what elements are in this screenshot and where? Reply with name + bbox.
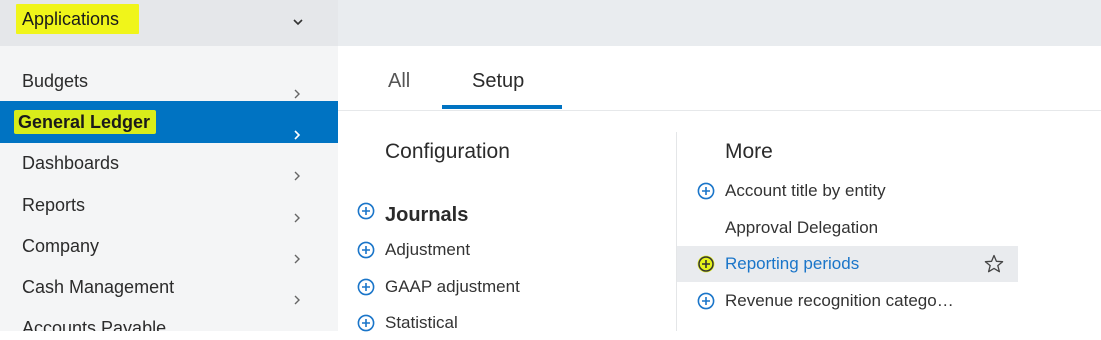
star-icon[interactable] <box>983 253 1005 275</box>
list-item[interactable]: Account title by entity <box>697 174 1017 208</box>
tab-all[interactable]: All <box>388 70 410 93</box>
list-item-label[interactable]: Reporting periods <box>725 246 859 282</box>
plus-circle-icon[interactable] <box>357 278 375 296</box>
list-item-label[interactable]: GAAP adjustment <box>385 270 520 304</box>
sidebar-item-label: Accounts Payable <box>22 318 167 331</box>
list-item[interactable]: Adjustment <box>357 233 657 267</box>
sidebar-item-label: Company <box>22 236 100 256</box>
list-item-label[interactable]: Account title by entity <box>725 174 886 208</box>
plus-circle-icon[interactable] <box>357 241 375 259</box>
sidebar-item-budgets[interactable]: Budgets <box>0 60 338 102</box>
chevron-right-icon <box>290 115 304 140</box>
chevron-right-icon <box>290 280 304 305</box>
more-heading: More <box>725 140 773 163</box>
list-item[interactable]: Approval Delegation <box>697 211 1017 245</box>
list-item-label[interactable]: Adjustment <box>385 233 470 267</box>
plus-circle-icon[interactable] <box>357 202 375 220</box>
sidebar-item-company[interactable]: Company <box>0 225 338 267</box>
chevron-down-icon[interactable] <box>288 12 308 32</box>
top-bar <box>338 0 1101 46</box>
journals-group[interactable]: Journals <box>357 194 657 228</box>
list-item-label[interactable]: Revenue recognition catego… <box>725 284 954 318</box>
sidebar-item-label: Reports <box>22 195 86 215</box>
plus-circle-icon[interactable] <box>697 255 715 273</box>
sidebar-item-label: Budgets <box>22 71 89 91</box>
list-item-highlighted[interactable]: Reporting periods <box>677 246 1018 282</box>
sidebar-item-cash-management[interactable]: Cash Management <box>0 266 338 308</box>
sidebar-item-dashboards[interactable]: Dashboards <box>0 142 338 184</box>
tab-setup[interactable]: Setup <box>472 70 524 93</box>
chevron-right-icon <box>290 156 304 181</box>
chevron-right-icon <box>290 198 304 223</box>
journals-heading: Journals <box>385 204 469 226</box>
plus-circle-icon[interactable] <box>357 314 375 332</box>
tab-bar: All Setup <box>338 46 1101 111</box>
sidebar-item-label: Cash Management <box>22 277 175 297</box>
plus-circle-icon[interactable] <box>697 292 715 310</box>
sidebar-item-reports[interactable]: Reports <box>0 184 338 226</box>
applications-header[interactable]: Applications <box>0 0 338 46</box>
plus-circle-icon[interactable] <box>697 182 715 200</box>
column-divider <box>676 132 677 331</box>
active-tab-indicator <box>442 105 562 109</box>
list-item[interactable]: Statistical <box>357 306 657 340</box>
sidebar-item-general-ledger[interactable]: General Ledger <box>0 101 338 143</box>
configuration-heading: Configuration <box>385 140 510 163</box>
list-item[interactable]: GAAP adjustment <box>357 270 657 304</box>
sidebar-item-label: General Ledger <box>14 110 157 134</box>
list-item[interactable]: Revenue recognition catego… <box>697 284 1017 318</box>
sidebar-item-accounts-payable[interactable]: Accounts Payable <box>0 307 338 331</box>
chevron-right-icon <box>290 239 304 264</box>
sidebar-item-label: Dashboards <box>22 153 120 173</box>
chevron-right-icon <box>290 74 304 99</box>
list-item-label[interactable]: Approval Delegation <box>725 211 878 245</box>
applications-title[interactable]: Applications <box>16 4 140 34</box>
list-item-label[interactable]: Statistical <box>385 306 458 340</box>
sidebar: Applications Budgets General Ledger Dash… <box>0 0 338 331</box>
chevron-right-icon <box>290 321 304 331</box>
